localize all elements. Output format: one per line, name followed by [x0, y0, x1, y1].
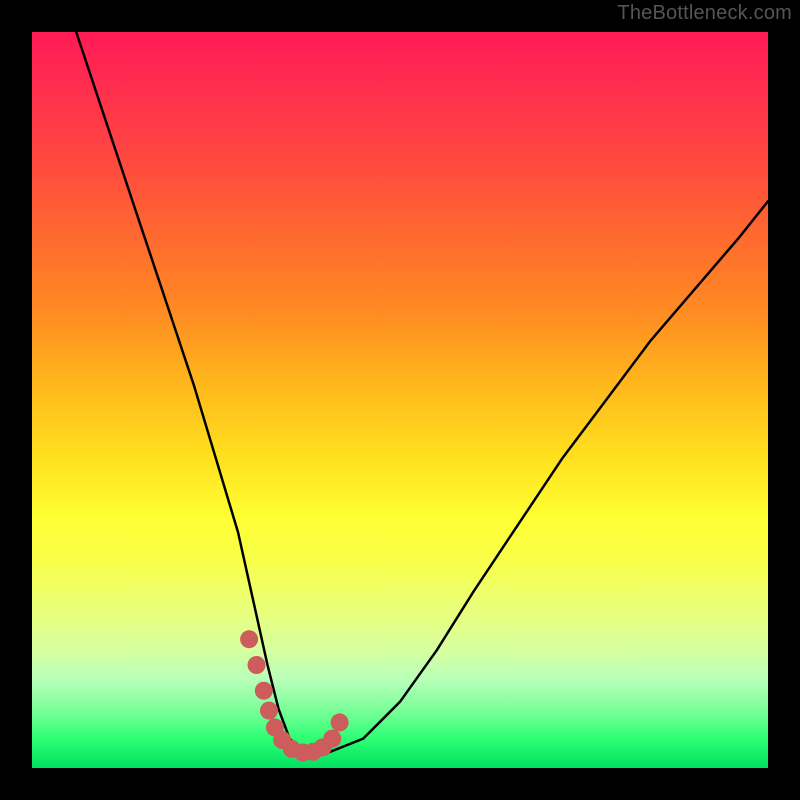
background-gradient — [32, 32, 768, 768]
plot-area — [32, 32, 768, 768]
chart-frame: TheBottleneck.com — [0, 0, 800, 800]
watermark-text: TheBottleneck.com — [617, 2, 792, 25]
